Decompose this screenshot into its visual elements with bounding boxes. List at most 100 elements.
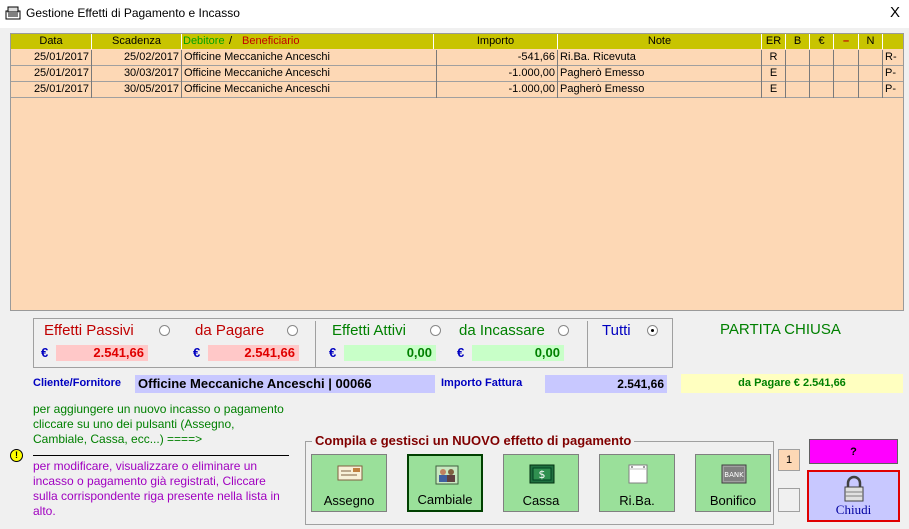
col-header-euro[interactable]: € [810,34,834,49]
da-pagare-radio[interactable] [287,325,298,336]
effetti-passivi-amount: 2.541,66 [56,345,148,361]
cassa-label: Cassa [522,493,560,508]
cell-data: 25/01/2017 [11,50,92,66]
close-button[interactable]: X [884,2,906,24]
col-header-slash: / [229,35,233,47]
cell-euro [810,66,834,82]
col-header-debitore[interactable]: Debitore [182,34,226,49]
effetti-passivi-radio[interactable] [159,325,170,336]
col-header-note[interactable]: Note [558,34,762,49]
da-pagare-summary: da Pagare € 2.541,66 [681,374,903,393]
assegno-label: Assegno [323,493,375,508]
document-icon [628,464,648,484]
status-label: PARTITA CHIUSA [720,321,841,338]
euro-symbol: € [193,345,201,360]
cell-data: 25/01/2017 [11,66,92,82]
cell-b [786,50,810,66]
cell-scadenza: 30/03/2017 [92,66,182,82]
da-incassare-label: da Incassare [459,322,545,339]
euro-symbol: € [457,345,465,360]
help-divider [33,455,289,456]
cash-icon: $ [529,464,555,484]
filter-panel: Effetti Passivi da Pagare € 2.541,66 € 2… [33,318,673,368]
col-header-dash[interactable]: – [834,34,859,49]
cell-er: R [762,50,786,66]
cell-nome: Officine Meccaniche Anceschi [182,66,437,82]
cell-b [786,66,810,82]
effects-grid: Data Scadenza Debitore / Beneficiario Im… [10,33,904,311]
cliente-field: Officine Meccaniche Anceschi | 00066 [135,375,435,393]
riba-label: Ri.Ba. [619,493,655,508]
bank-icon: BANK [721,464,747,484]
col-header-er[interactable]: ER [762,34,786,49]
cell-tail: P- [885,83,896,95]
effetti-passivi-label: Effetti Passivi [44,322,134,339]
cassa-button[interactable]: $ Cassa [503,454,579,512]
cell-tail: R- [885,51,897,63]
tutti-label: Tutti [602,322,631,339]
bonifico-button[interactable]: BANK Bonifico [695,454,771,512]
chiudi-button[interactable]: Chiudi [807,470,900,522]
importo-fattura-label: Importo Fattura [441,377,523,389]
cell-euro [810,82,834,98]
chiudi-label: Chiudi [835,502,872,517]
cell-er: E [762,66,786,82]
col-header-data[interactable]: Data [11,34,92,49]
lock-icon [844,475,864,502]
app-icon [5,5,21,21]
new-effect-title: Compila e gestisci un NUOVO effetto di p… [312,433,635,448]
cell-b [786,82,810,98]
warning-icon: ! [10,449,23,462]
table-row[interactable]: 25/01/2017 25/02/2017 Officine Meccanich… [11,50,903,66]
cell-importo: -1.000,00 [437,66,558,82]
svg-text:$: $ [539,468,546,481]
col-header-scadenza[interactable]: Scadenza [92,34,182,49]
separator [587,321,588,367]
da-incassare-amount: 0,00 [472,345,564,361]
counter-badge: 1 [778,449,800,471]
window-title: Gestione Effetti di Pagamento e Incasso [26,6,240,20]
cell-importo: -541,66 [437,50,558,66]
cell-dash [834,82,859,98]
cell-n [859,82,883,98]
effetti-attivi-label: Effetti Attivi [332,322,406,339]
table-row[interactable]: 25/01/2017 30/03/2017 Officine Meccanich… [11,66,903,82]
help-edit-text: per modificare, visualizzare o eliminare… [33,459,280,518]
cell-note: Ri.Ba. Ricevuta [558,50,762,66]
euro-symbol: € [329,345,337,360]
cell-scadenza: 25/02/2017 [92,50,182,66]
separator [315,321,316,367]
grid-header: Data Scadenza Debitore / Beneficiario Im… [11,34,903,49]
col-header-n[interactable]: N [859,34,883,49]
euro-symbol: € [41,345,49,360]
col-header-importo[interactable]: Importo [434,34,558,49]
da-incassare-radio[interactable] [558,325,569,336]
cell-scadenza: 30/05/2017 [92,82,182,98]
da-pagare-amount: 2.541,66 [208,345,299,361]
help-button[interactable]: ? [809,439,898,464]
cell-nome: Officine Meccaniche Anceschi [182,50,437,66]
cambiale-button[interactable]: Cambiale [407,454,483,512]
assegno-button[interactable]: Assegno [311,454,387,512]
cell-note: Pagherò Emesso [558,66,762,82]
cambiale-label: Cambiale [417,492,473,507]
col-header-beneficiario[interactable]: Beneficiario [242,34,434,49]
cell-n [859,66,883,82]
effetti-attivi-radio[interactable] [430,325,441,336]
cell-nome: Officine Meccaniche Anceschi [182,82,437,98]
tutti-radio[interactable] [647,325,658,336]
table-row[interactable]: 25/01/2017 30/05/2017 Officine Meccanich… [11,82,903,98]
riba-button[interactable]: Ri.Ba. [599,454,675,512]
cliente-label: Cliente/Fornitore [33,377,122,389]
cell-importo: -1.000,00 [437,82,558,98]
empty-box [778,488,800,512]
cell-tail: P- [885,67,896,79]
bonifico-label: Bonifico [709,493,757,508]
da-pagare-label: da Pagare [195,322,265,339]
importo-fattura-field: 2.541,66 [545,375,667,393]
cell-dash [834,50,859,66]
people-money-icon [435,465,459,485]
col-header-b[interactable]: B [786,34,810,49]
cell-data: 25/01/2017 [11,82,92,98]
cell-note: Pagherò Emesso [558,82,762,98]
